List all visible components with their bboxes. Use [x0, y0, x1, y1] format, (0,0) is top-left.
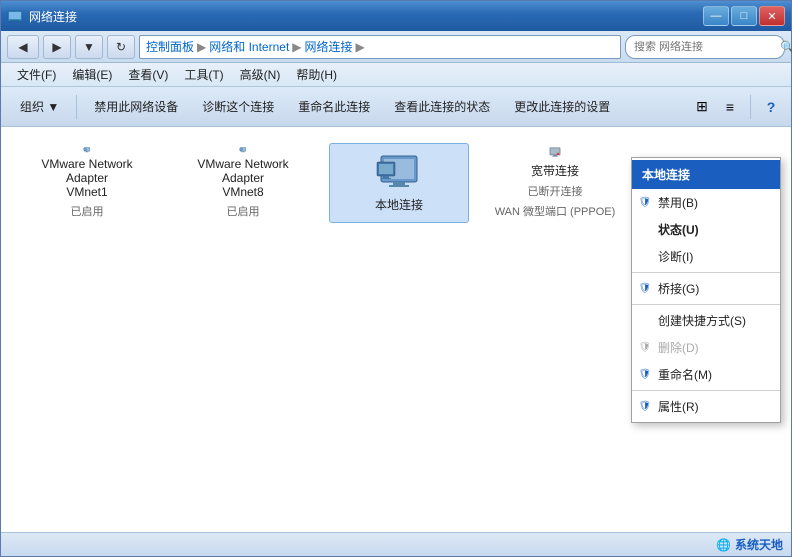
view-list-button[interactable]: ≡	[718, 95, 742, 119]
search-input[interactable]	[634, 41, 776, 53]
ctx-diagnose[interactable]: 诊断(I)	[632, 243, 780, 270]
diagnose-button[interactable]: 诊断这个连接	[191, 92, 285, 122]
menubar: 文件(F) 编辑(E) 查看(V) 工具(T) 高级(N) 帮助(H)	[1, 63, 791, 87]
path-sep-2: ▶	[292, 40, 301, 54]
organize-button[interactable]: 组织 ▼	[9, 92, 70, 122]
rename-button[interactable]: 重命名此连接	[287, 92, 381, 122]
ctx-bridge[interactable]: 🛡 桥接(G)	[632, 275, 780, 302]
maximize-button[interactable]: □	[731, 6, 757, 26]
toolbar-right: ⊞ ≡ ?	[690, 95, 783, 119]
shield-icon-properties: 🛡	[638, 400, 652, 414]
context-menu-header: 本地连接	[632, 160, 780, 189]
titlebar: 网络连接 — □ ✕	[1, 1, 791, 31]
watermark-text: 系统天地	[735, 536, 783, 553]
titlebar-buttons: — □ ✕	[703, 6, 785, 26]
search-box: 🔍	[625, 35, 785, 59]
shield-icon-bridge: 🛡	[638, 282, 652, 296]
menu-tools[interactable]: 工具(T)	[176, 64, 231, 85]
toolbar-separator-1	[76, 95, 77, 119]
statusbar: 🌐 系统天地	[1, 532, 791, 556]
ctx-disable[interactable]: 🛡 禁用(B)	[632, 189, 780, 216]
ctx-rename[interactable]: 🛡 重命名(M)	[632, 361, 780, 388]
ctx-sep-1	[632, 272, 780, 273]
list-item[interactable]: 宽带连接 已断开连接 WAN 微型端口 (PPPOE)	[485, 143, 625, 223]
ctx-sep-2	[632, 304, 780, 305]
vmnet8-name: VMware Network Adapter VMnet8	[177, 157, 309, 199]
disable-device-button[interactable]: 禁用此网络设备	[83, 92, 189, 122]
ctx-shortcut[interactable]: 创建快捷方式(S)	[632, 307, 780, 334]
dropdown-button[interactable]: ▼	[75, 35, 103, 59]
main-window: 网络连接 — □ ✕ ◀ ▶ ▼ ↻ 控制面板 ▶ 网络和 Internet ▶…	[0, 0, 792, 557]
close-button[interactable]: ✕	[759, 6, 785, 26]
toolbar: 组织 ▼ 禁用此网络设备 诊断这个连接 重命名此连接 查看此连接的状态 更改此连…	[1, 87, 791, 127]
toolbar-separator-2	[750, 95, 751, 119]
search-icon: 🔍	[780, 40, 792, 54]
vmnet1-status: 已启用	[71, 203, 104, 219]
titlebar-title: 网络连接	[29, 8, 703, 25]
menu-file[interactable]: 文件(F)	[9, 64, 64, 85]
view-status-button[interactable]: 查看此连接的状态	[383, 92, 501, 122]
vmnet8-icon	[219, 147, 267, 153]
back-button[interactable]: ◀	[7, 35, 39, 59]
ctx-delete: 🛡 删除(D)	[632, 334, 780, 361]
list-item[interactable]: VMware Network Adapter VMnet8 已启用	[173, 143, 313, 223]
ctx-status[interactable]: 状态(U)	[632, 216, 780, 243]
menu-view[interactable]: 查看(V)	[120, 64, 176, 85]
path-sep-3: ▶	[356, 40, 365, 54]
view-mode-button[interactable]: ⊞	[690, 95, 714, 119]
shield-icon: 🛡	[638, 196, 652, 210]
forward-button[interactable]: ▶	[43, 35, 71, 59]
addressbar: ◀ ▶ ▼ ↻ 控制面板 ▶ 网络和 Internet ▶ 网络连接 ▶ 🔍	[1, 31, 791, 63]
watermark: 🌐 系统天地	[716, 536, 783, 553]
path-sep-1: ▶	[197, 40, 206, 54]
menu-help[interactable]: 帮助(H)	[288, 64, 345, 85]
ctx-properties[interactable]: 🛡 属性(R)	[632, 393, 780, 420]
shield-icon-delete: 🛡	[638, 341, 652, 355]
change-settings-button[interactable]: 更改此连接的设置	[503, 92, 621, 122]
path-network-connections[interactable]: 网络连接	[305, 38, 353, 55]
local-connection-icon	[375, 154, 423, 192]
broadband-status: 已断开连接	[528, 183, 583, 199]
path-network-internet[interactable]: 网络和 Internet	[209, 38, 289, 55]
vmnet1-icon	[63, 147, 111, 153]
help-button[interactable]: ?	[759, 95, 783, 119]
list-item[interactable]: VMware Network Adapter VMnet1 已启用	[17, 143, 157, 223]
shield-icon-rename: 🛡	[638, 368, 652, 382]
broadband-name: 宽带连接	[531, 162, 579, 179]
minimize-button[interactable]: —	[703, 6, 729, 26]
refresh-button[interactable]: ↻	[107, 35, 135, 59]
globe-icon: 🌐	[716, 538, 731, 552]
broadband-type: WAN 微型端口 (PPPOE)	[495, 203, 616, 219]
list-item[interactable]: 本地连接	[329, 143, 469, 223]
broadband-icon	[531, 147, 579, 158]
titlebar-icon	[7, 8, 23, 24]
context-menu: 本地连接 🛡 禁用(B) 状态(U) 诊断(I) 🛡 桥接(G) 创建快捷方式(…	[631, 157, 781, 423]
menu-edit[interactable]: 编辑(E)	[64, 64, 120, 85]
ctx-sep-3	[632, 390, 780, 391]
menu-advanced[interactable]: 高级(N)	[232, 64, 289, 85]
content-area: VMware Network Adapter VMnet1 已启用	[1, 127, 791, 532]
local-connection-name: 本地连接	[375, 196, 423, 213]
path-controlpanel[interactable]: 控制面板	[146, 38, 194, 55]
vmnet8-status: 已启用	[227, 203, 260, 219]
address-path: 控制面板 ▶ 网络和 Internet ▶ 网络连接 ▶	[139, 35, 621, 59]
vmnet1-name: VMware Network Adapter VMnet1	[21, 157, 153, 199]
